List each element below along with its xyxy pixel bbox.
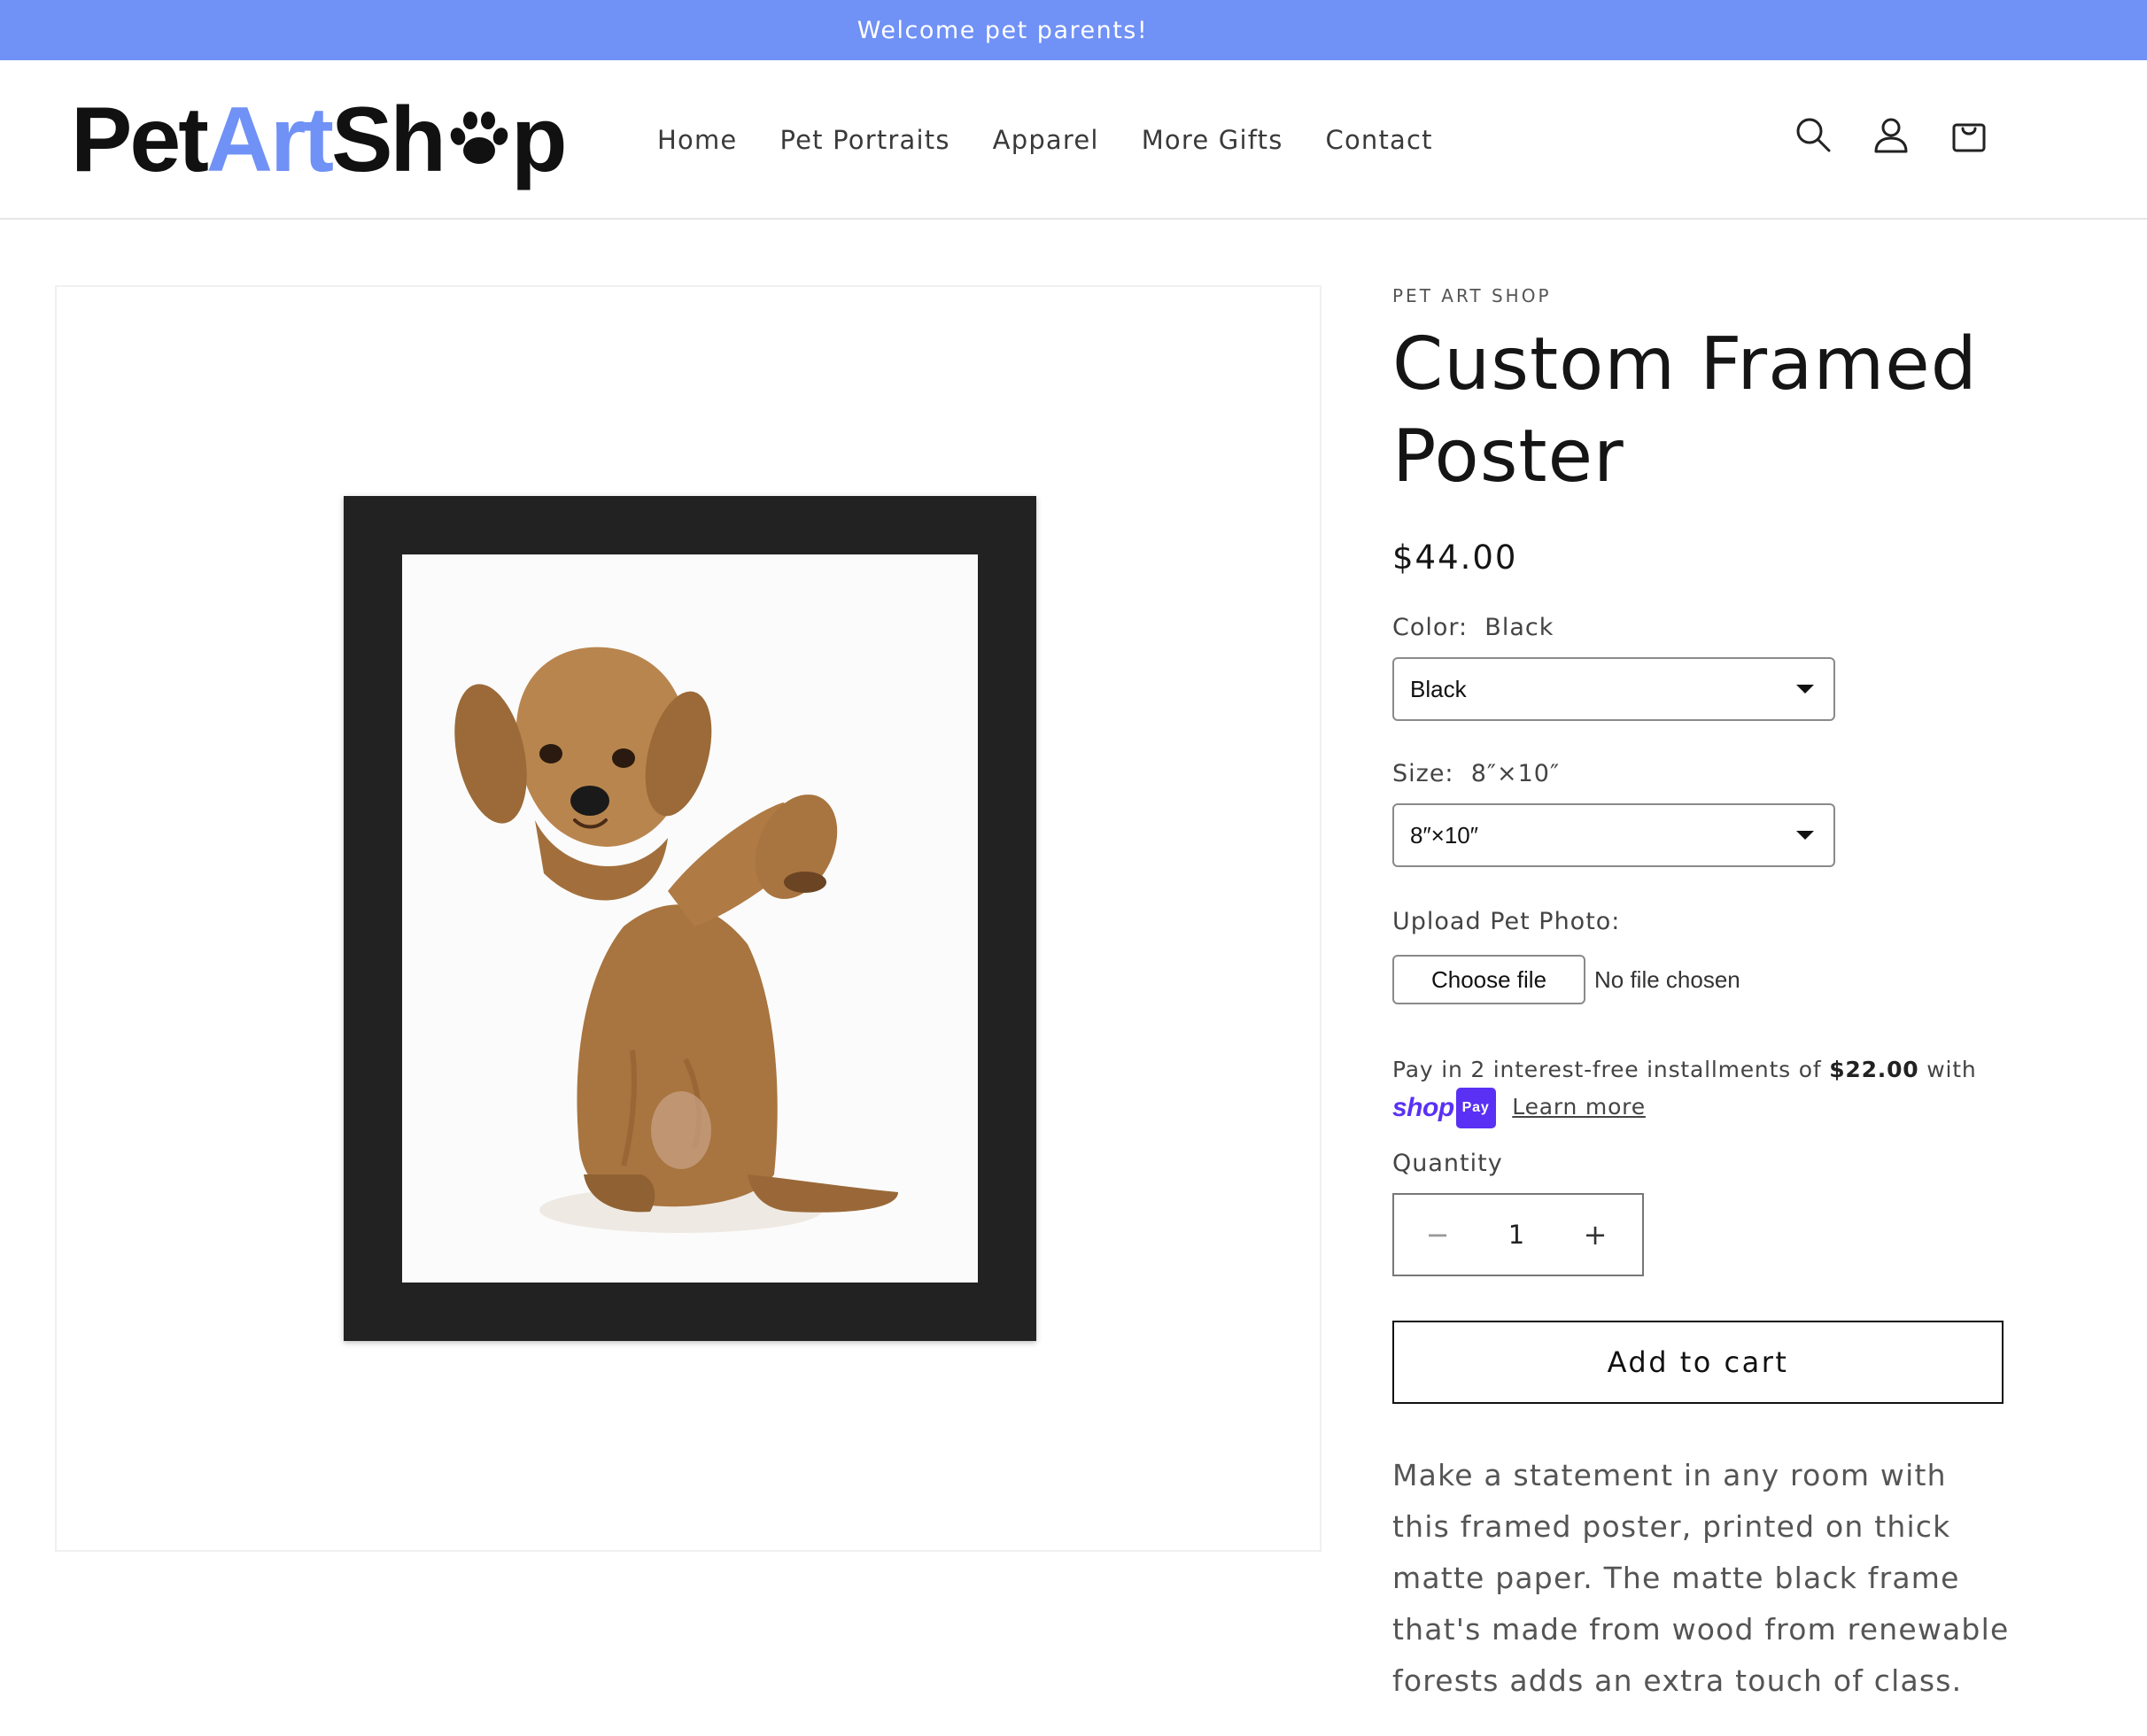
add-to-cart-button[interactable]: Add to cart: [1392, 1321, 2004, 1404]
shop-pay-logo: shop Pay: [1392, 1088, 1496, 1128]
size-label: Size: 8″×10″: [1392, 760, 2012, 787]
logo-text-sh: Sh: [331, 88, 446, 191]
nav-more-gifts[interactable]: More Gifts: [1142, 125, 1283, 155]
header-icons: [1794, 115, 1988, 154]
quantity-section: Quantity − 1 +: [1392, 1150, 2012, 1276]
nav-apparel[interactable]: Apparel: [993, 125, 1099, 155]
size-select[interactable]: 8″×10″: [1392, 803, 1835, 867]
chevron-down-icon: [1796, 831, 1814, 840]
nav-home[interactable]: Home: [657, 125, 737, 155]
product-vendor: PET ART SHOP: [1392, 285, 1552, 306]
quantity-label: Quantity: [1392, 1150, 1503, 1177]
product-title: Custom Framed Poster: [1392, 322, 1978, 499]
size-label-text: Size:: [1392, 760, 1454, 787]
shop-pay-shop: shop: [1392, 1093, 1454, 1122]
product-info: PET ART SHOP Custom Framed Poster $44.00…: [1392, 285, 2012, 1707]
cart-icon[interactable]: [1949, 115, 1988, 154]
product-description: Make a statement in any room with this f…: [1392, 1458, 2010, 1698]
installments-banner: Pay in 2 interest-free installments of $…: [1392, 1052, 2012, 1128]
site-header: Pet Art Sh p Home Pet Portraits Apparel …: [0, 60, 2147, 220]
search-icon[interactable]: [1794, 115, 1833, 154]
product-price: $44.00: [1392, 539, 1518, 577]
main-nav: Home Pet Portraits Apparel More Gifts Co…: [657, 60, 1433, 220]
framed-poster-image: [344, 496, 1036, 1341]
color-label: Color: Black: [1392, 614, 2012, 641]
size-option: Size: 8″×10″ 8″×10″: [1392, 760, 2012, 867]
color-option: Color: Black Black: [1392, 614, 2012, 721]
file-input: Choose file No file chosen: [1392, 955, 2012, 1004]
account-icon[interactable]: [1872, 115, 1911, 154]
logo[interactable]: Pet Art Sh p: [71, 87, 568, 193]
learn-more-link[interactable]: Learn more: [1512, 1094, 1646, 1120]
quantity-increase-button[interactable]: +: [1582, 1218, 1608, 1252]
dog-illustration: [454, 647, 898, 1233]
announcement-bar: Welcome pet parents!: [0, 0, 2147, 60]
chevron-down-icon: [1796, 685, 1814, 694]
logo-text-pet: Pet: [71, 88, 209, 191]
product-media[interactable]: [55, 285, 1322, 1552]
color-select-value: Black: [1410, 675, 1467, 702]
file-status: No file chosen: [1594, 965, 1740, 993]
nav-pet-portraits[interactable]: Pet Portraits: [779, 125, 949, 155]
size-select-value: 8″×10″: [1410, 821, 1478, 849]
paw-icon: [450, 112, 508, 164]
poster-mat: [402, 554, 978, 1283]
upload-option: Upload Pet Photo: Choose file No file ch…: [1392, 908, 2012, 1004]
choose-file-button[interactable]: Choose file: [1392, 955, 1585, 1004]
color-select[interactable]: Black: [1392, 657, 1835, 721]
nav-contact[interactable]: Contact: [1326, 125, 1433, 155]
size-label-value: 8″×10″: [1470, 760, 1561, 787]
quantity-stepper: − 1 +: [1392, 1193, 1644, 1276]
shop-pay-pay: Pay: [1455, 1088, 1496, 1128]
quantity-input[interactable]: 1: [1508, 1220, 1524, 1250]
color-label-value: Black: [1484, 614, 1554, 641]
quantity-decrease-button[interactable]: −: [1424, 1218, 1451, 1252]
color-label-text: Color:: [1392, 614, 1469, 641]
installments-amount: $22.00: [1829, 1057, 1919, 1082]
installments-suffix: with: [1926, 1057, 1977, 1082]
installments-prefix: Pay in 2 interest-free installments of: [1392, 1057, 1822, 1082]
logo-text-p: p: [510, 88, 568, 191]
upload-label: Upload Pet Photo:: [1392, 908, 1621, 935]
announcement-text: Welcome pet parents!: [856, 16, 1149, 44]
logo-text-art: Art: [205, 88, 334, 191]
